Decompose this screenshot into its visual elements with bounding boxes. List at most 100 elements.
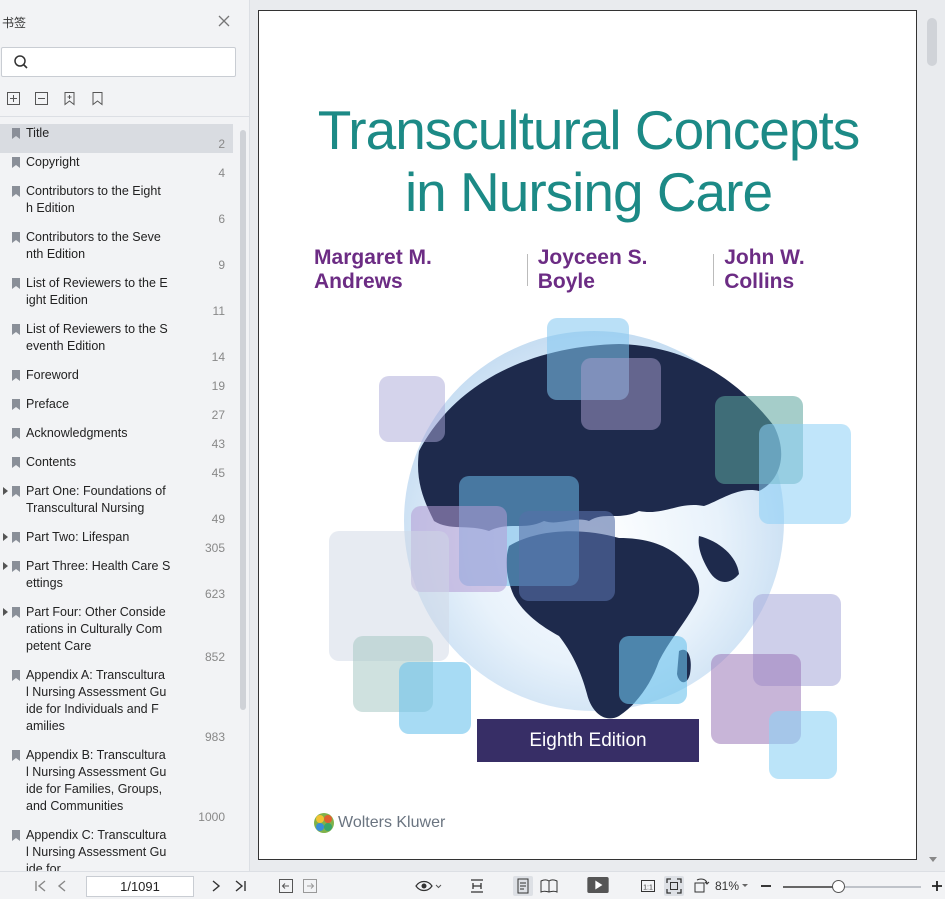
expand-arrow-icon[interactable] (3, 487, 8, 495)
bookmark-item[interactable]: Contributors to the Seve nth Edition 9 (0, 228, 233, 274)
bookmark-item[interactable]: Copyright 4 (0, 153, 233, 182)
bookmark-item[interactable]: Part Four: Other Conside rations in Cult… (0, 603, 233, 666)
bookmark-label: Appendix B: Transcultura l Nursing Asses… (26, 748, 167, 813)
svg-text:1:1: 1:1 (643, 885, 653, 892)
page-scrollbar-thumb[interactable] (927, 18, 937, 66)
bookmark-search-input[interactable] (36, 53, 226, 71)
slideshow-play-icon[interactable] (586, 877, 610, 893)
expand-arrow-icon[interactable] (3, 533, 8, 541)
bookmark-item[interactable]: Title 2 (0, 124, 233, 153)
globe-illustration (329, 318, 851, 779)
eye-protection-icon[interactable] (414, 878, 442, 894)
bookmark-icon (12, 750, 20, 761)
bookmark-page-number: 49 (211, 512, 225, 526)
bookmark-item[interactable]: Preface 27 (0, 395, 233, 424)
bookmark-page-number: 19 (211, 379, 225, 393)
two-page-view-icon[interactable] (539, 878, 559, 894)
collapse-all-icon[interactable] (34, 91, 49, 106)
single-page-view-icon[interactable] (513, 876, 533, 896)
expand-arrow-icon[interactable] (3, 562, 8, 570)
status-bar: 1/1091 1:1 81% (0, 871, 945, 899)
fit-page-icon[interactable] (664, 876, 684, 896)
author-name: Margaret M. Andrews (314, 246, 432, 293)
bookmark-item[interactable]: Part Two: Lifespan 305 (0, 528, 233, 557)
bookmark-label: Appendix C: Transcultura l Nursing Asses… (26, 828, 167, 871)
zoom-slider-fill (783, 886, 838, 888)
zoom-in-icon[interactable] (931, 878, 943, 894)
bookmark-label: Part Two: Lifespan (26, 530, 130, 544)
add-bookmark-icon[interactable] (62, 91, 77, 106)
expand-all-icon[interactable] (6, 91, 21, 106)
sidebar-scrollbar[interactable] (240, 130, 246, 710)
fit-width-icon[interactable] (469, 878, 485, 894)
bookmark-icon (12, 186, 20, 197)
bookmarks-header: 书签 (0, 0, 250, 44)
search-icon (14, 55, 28, 69)
bookmark-item[interactable]: Part Three: Health Care S ettings 623 (0, 557, 233, 603)
bookmark-item[interactable]: Acknowledgments 43 (0, 424, 233, 453)
bookmark-page-number: 4 (218, 166, 225, 180)
bookmark-label: Part One: Foundations of Transcultural N… (26, 484, 166, 515)
bookmark-label: Part Three: Health Care S ettings (26, 559, 171, 590)
bookmark-icon (12, 428, 20, 439)
bookmark-item[interactable]: Appendix B: Transcultura l Nursing Asses… (0, 746, 233, 826)
author-name: Joyceen S. Boyle (537, 246, 648, 293)
bookmark-icon (12, 324, 20, 335)
bookmark-list: Title 2 Copyright 4 Contributors to the Eigh… (0, 124, 236, 871)
bookmark-page-number: 27 (211, 408, 225, 422)
bookmark-icon (12, 830, 20, 841)
close-icon[interactable] (216, 13, 232, 29)
bookmark-icon (12, 486, 20, 497)
bookmark-item[interactable]: Part One: Foundations of Transcultural N… (0, 482, 233, 528)
bookmark-label: Appendix A: Transcultura l Nursing Asses… (26, 668, 167, 733)
book-title-line-2: in Nursing Care (404, 161, 773, 223)
bookmark-icon (12, 607, 20, 618)
bookmark-page-number: 9 (218, 258, 225, 272)
expand-arrow-icon[interactable] (3, 608, 8, 616)
page-number-input[interactable]: 1/1091 (86, 876, 194, 897)
publisher-name: Wolters Kluwer (338, 814, 446, 831)
bookmark-search-box[interactable] (1, 47, 236, 77)
rotate-page-icon[interactable] (692, 878, 710, 894)
previous-page-icon[interactable] (56, 878, 68, 894)
bookmarks-title: 书签 (2, 16, 27, 30)
zoom-dropdown-chevron-icon[interactable] (742, 883, 748, 889)
bookmark-label: Acknowledgments (26, 426, 128, 440)
divider (0, 116, 250, 117)
bookmark-item[interactable]: Appendix A: Transcultura l Nursing Asses… (0, 666, 233, 746)
bookmark-icon[interactable] (90, 91, 105, 106)
author-name: John W. Collins (724, 246, 805, 293)
bookmark-label: Preface (26, 397, 70, 411)
bookmark-label: List of Reviewers to the E ight Edition (26, 276, 168, 307)
zoom-out-icon[interactable] (760, 878, 772, 894)
bookmark-item[interactable]: List of Reviewers to the E ight Edition 1… (0, 274, 233, 320)
next-page-icon[interactable] (210, 878, 222, 894)
forward-icon[interactable] (302, 878, 318, 894)
bookmark-page-number: 305 (204, 541, 225, 555)
actual-size-icon[interactable]: 1:1 (640, 878, 656, 894)
bookmark-label: Copyright (26, 155, 80, 169)
bookmark-item[interactable]: Foreword 19 (0, 366, 233, 395)
bookmark-icon (12, 532, 20, 543)
book-title: Transcultural Concepts in Nursing Care (259, 99, 916, 223)
zoom-level[interactable]: 81% (715, 879, 739, 893)
book-title-line-1: Transcultural Concepts (317, 99, 860, 161)
bookmark-icon (12, 399, 20, 410)
bookmark-label: Contributors to the Eight h Edition (26, 184, 161, 215)
last-page-icon[interactable] (233, 878, 247, 894)
bookmark-item[interactable]: Contributors to the Eight h Edition 6 (0, 182, 233, 228)
bookmark-label: Contents (26, 455, 77, 469)
bookmark-icon (12, 157, 20, 168)
bookmark-item[interactable]: List of Reviewers to the S eventh Editio… (0, 320, 233, 366)
zoom-slider-thumb[interactable] (832, 880, 845, 893)
bookmark-icon (12, 670, 20, 681)
bookmark-page-number: 14 (211, 350, 225, 364)
bookmark-label: List of Reviewers to the S eventh Editio… (26, 322, 168, 353)
author-separator (713, 254, 715, 286)
bookmark-label: Foreword (26, 368, 79, 382)
back-icon[interactable] (278, 878, 294, 894)
bookmark-item[interactable]: Contents 45 (0, 453, 233, 482)
scroll-down-arrow-icon[interactable] (929, 857, 937, 862)
bookmark-item[interactable]: Appendix C: Transcultura l Nursing Asses… (0, 826, 233, 871)
first-page-icon[interactable] (34, 878, 48, 894)
